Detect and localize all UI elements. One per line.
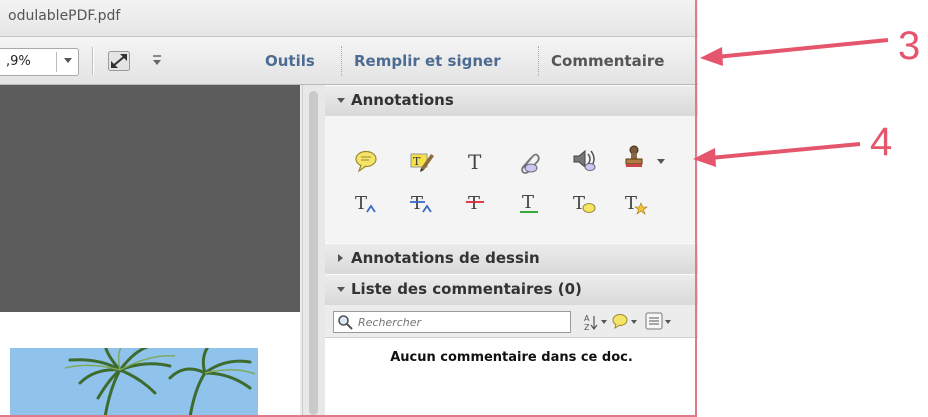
tools-button[interactable]: Outils [265, 52, 315, 70]
more-options-icon[interactable] [152, 54, 162, 66]
toolbar: ,9% Outils Remplir et signer Commentaire [0, 37, 698, 85]
zoom-value: ,9% [6, 54, 31, 69]
window-title: odulablePDF.pdf [8, 8, 121, 24]
expand-triangle-icon [338, 254, 343, 262]
title-bar: odulablePDF.pdf [0, 0, 698, 37]
svg-text:Z: Z [584, 323, 590, 331]
drawing-section-header[interactable]: Annotations de dessin [325, 243, 698, 275]
callout-arrow-3 [715, 38, 889, 59]
svg-text:A: A [584, 314, 590, 323]
chevron-down-icon[interactable] [665, 320, 671, 324]
acrobat-window: odulablePDF.pdf ,9% Outils Remplir et si… [0, 0, 698, 417]
callout-number-4: 4 [870, 120, 893, 164]
toolbar-divider [92, 47, 93, 75]
drawing-annotations-label: Annotations de dessin [351, 249, 540, 267]
chevron-down-icon[interactable] [601, 320, 607, 324]
comment-list-label: Liste des commentaires (0) [351, 280, 582, 298]
add-text-icon[interactable]: T [463, 148, 489, 174]
svg-text:T: T [468, 150, 482, 174]
arrowhead-3 [700, 47, 723, 66]
svg-text:T: T [625, 193, 637, 214]
annotation-tools: T T T T T T T T [325, 116, 698, 243]
comment-panel: Annotations T T T T T T T T Annotations … [325, 85, 698, 417]
svg-text:T: T [411, 193, 423, 214]
page-photo-image [10, 348, 258, 417]
annotations-label: Annotations [351, 91, 454, 109]
svg-text:T: T [522, 192, 534, 213]
zoom-divider [56, 52, 57, 72]
zoom-select[interactable]: ,9% [0, 48, 79, 76]
callout-number-3: 3 [898, 24, 921, 68]
collapse-triangle-icon [337, 287, 345, 292]
svg-text:T: T [413, 155, 421, 168]
chevron-down-icon[interactable] [657, 159, 665, 164]
comment-search-bar: A Z [325, 305, 698, 338]
record-audio-icon[interactable] [571, 146, 597, 172]
search-box[interactable] [333, 311, 571, 333]
insert-text-icon[interactable]: T [353, 190, 379, 216]
comment-list-section-header[interactable]: Liste des commentaires (0) [325, 274, 698, 306]
text-insert-star-icon[interactable]: T [623, 190, 649, 216]
toolbar-divider [538, 46, 539, 76]
search-icon [338, 315, 353, 330]
underline-icon[interactable]: T [517, 190, 543, 216]
sticky-note-icon[interactable] [353, 148, 379, 174]
collapse-triangle-icon [337, 98, 345, 103]
toolbar-divider [341, 46, 342, 76]
comment-button[interactable]: Commentaire [551, 52, 664, 70]
callout-arrow-4 [709, 142, 861, 160]
vertical-scrollbar[interactable] [302, 85, 326, 417]
chevron-down-icon[interactable] [631, 320, 637, 324]
strikethrough-icon[interactable]: T [463, 190, 489, 216]
options-list-icon[interactable] [645, 312, 663, 330]
no-comment-message: Aucun commentaire dans ce doc. [390, 350, 633, 365]
replace-text-icon[interactable]: T [409, 190, 435, 216]
expand-icon[interactable] [108, 51, 130, 71]
filter-comments-icon[interactable] [611, 312, 629, 330]
attach-file-icon[interactable] [517, 148, 543, 174]
fill-sign-button[interactable]: Remplir et signer [354, 52, 501, 70]
comment-list: Aucun commentaire dans ce doc. [325, 338, 698, 417]
svg-text:T: T [468, 193, 480, 214]
chevron-down-icon[interactable] [64, 58, 72, 63]
highlight-text-icon[interactable]: T [409, 148, 435, 174]
annotations-section-header[interactable]: Annotations [325, 85, 698, 117]
svg-text:T: T [573, 193, 585, 214]
text-comment-icon[interactable]: T [571, 190, 597, 216]
scrollbar-thumb[interactable] [309, 91, 318, 415]
search-input[interactable] [358, 312, 564, 332]
svg-text:T: T [355, 193, 367, 214]
stamp-icon[interactable] [623, 144, 649, 170]
sort-az-icon[interactable]: A Z [583, 313, 601, 331]
